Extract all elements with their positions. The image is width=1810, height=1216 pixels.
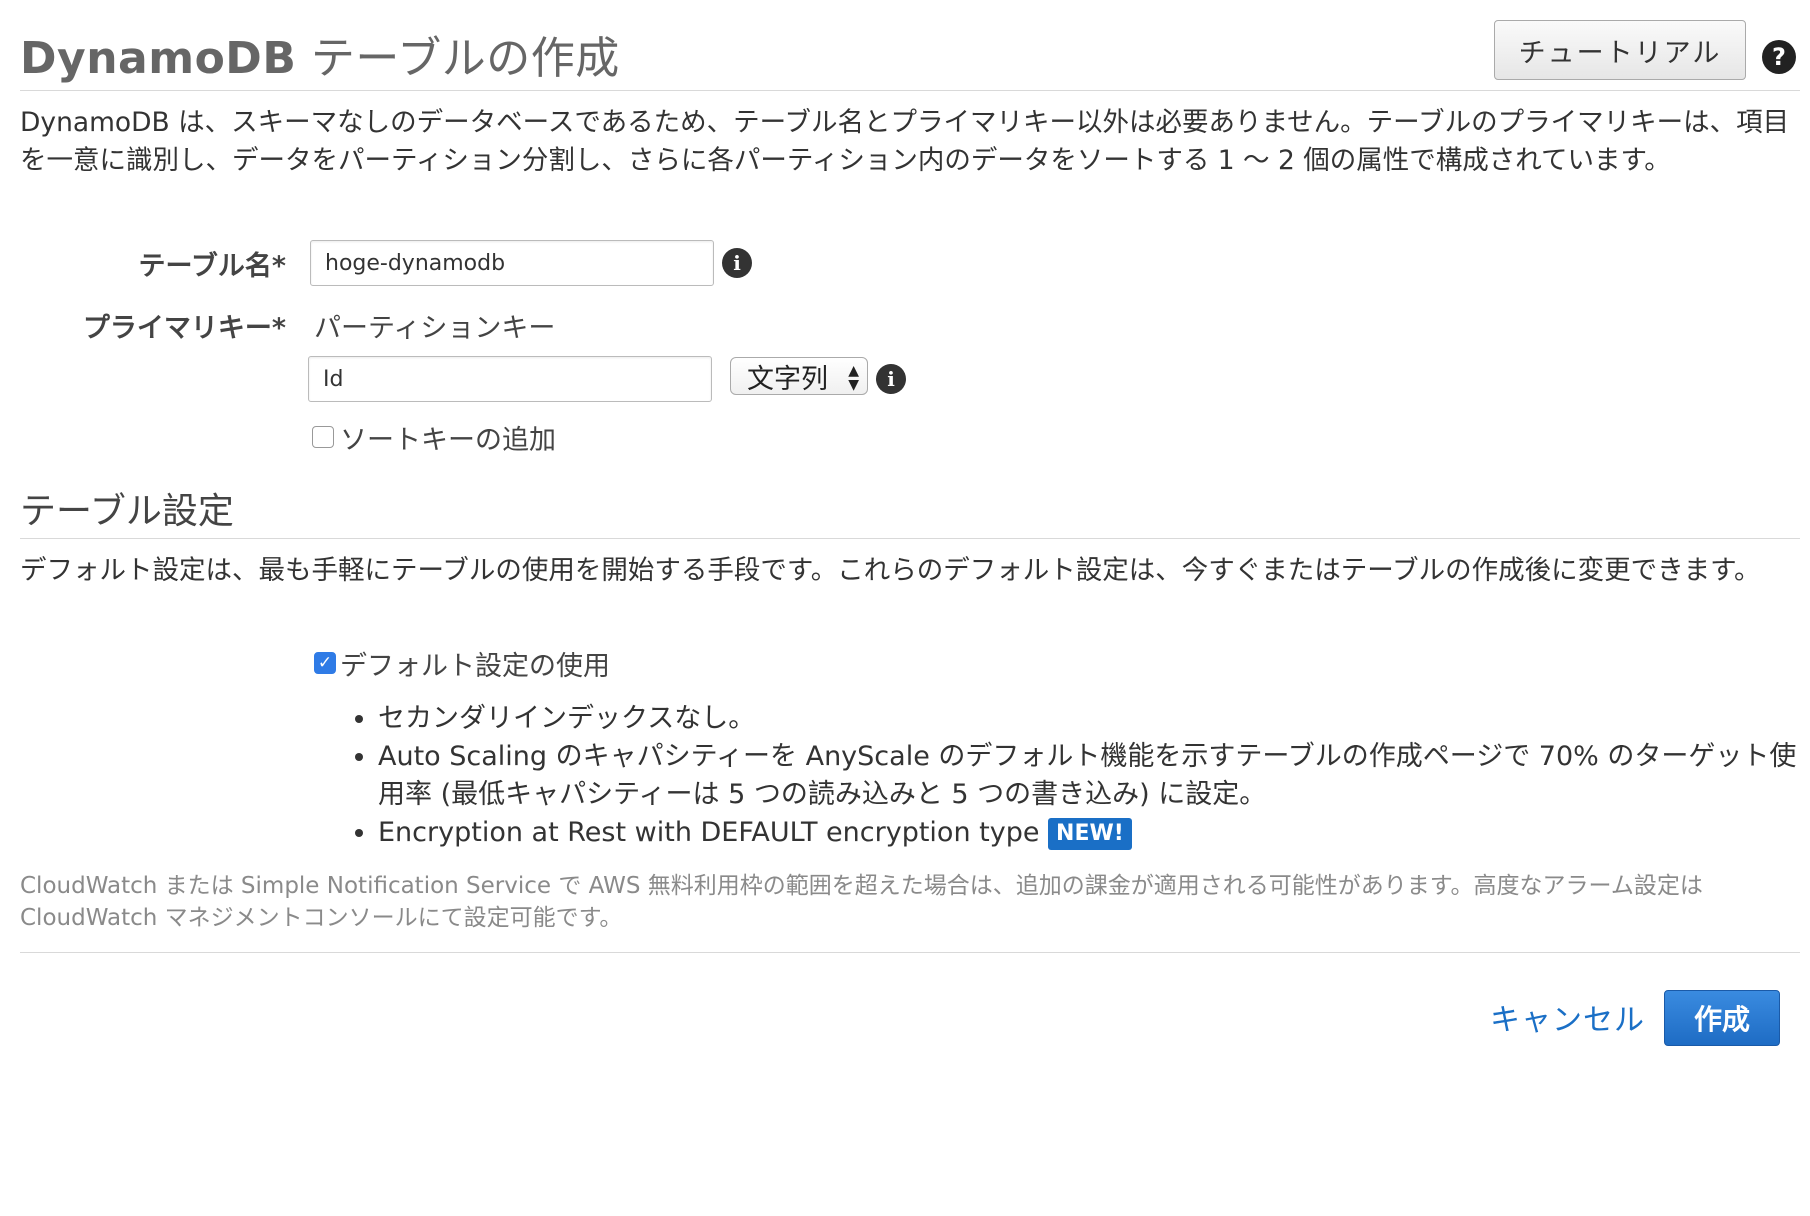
bullet-text: セカンダリインデックスなし。 (378, 703, 756, 734)
settings-divider (20, 538, 1800, 539)
create-button[interactable]: 作成 (1664, 990, 1780, 1046)
create-table-page: DynamoDB テーブルの作成 チュートリアル ? DynamoDB は、スキ… (0, 0, 1810, 1216)
add-sort-key-checkbox[interactable] (312, 426, 334, 448)
partition-key-info-icon[interactable]: i (876, 364, 906, 394)
partition-key-input[interactable]: Id (308, 356, 712, 402)
page-title-brand: DynamoDB (20, 33, 297, 84)
help-icon[interactable]: ? (1762, 40, 1796, 74)
table-name-input[interactable]: hoge-dynamodb (310, 240, 714, 286)
primary-key-label: プライマリキー* (82, 313, 286, 344)
list-item: Encryption at Rest with DEFAULT encrypti… (378, 814, 1810, 852)
new-badge: NEW! (1048, 817, 1132, 850)
cloudwatch-note: CloudWatch または Simple Notification Servi… (20, 873, 1703, 931)
table-name-label: テーブル名* (138, 251, 287, 282)
page-title: DynamoDB テーブルの作成 (20, 22, 620, 86)
use-default-settings-checkbox[interactable]: ✓ (314, 652, 336, 674)
select-arrows-icon: ▲ ▼ (848, 363, 859, 393)
bullet-text: Auto Scaling のキャパシティーを AnyScale のデフォルト機能… (378, 741, 1797, 810)
table-settings-title: テーブル設定 (20, 491, 234, 532)
key-type-selected-value: 文字列 (747, 363, 828, 395)
default-settings-list: セカンダリインデックスなし。 Auto Scaling のキャパシティーを An… (348, 700, 1810, 852)
table-name-info-icon[interactable]: i (722, 248, 752, 278)
intro-text: DynamoDB は、スキーマなしのデータベースであるため、テーブル名とプライマ… (20, 107, 1790, 176)
partition-key-label: パーティションキー (314, 313, 556, 344)
list-item: Auto Scaling のキャパシティーを AnyScale のデフォルト機能… (378, 738, 1810, 814)
footer-divider (20, 952, 1800, 953)
list-item: セカンダリインデックスなし。 (378, 700, 1810, 738)
use-default-settings-label[interactable]: デフォルト設定の使用 (340, 644, 610, 683)
page-title-text: テーブルの作成 (296, 33, 620, 84)
settings-description: デフォルト設定は、最も手軽にテーブルの使用を開始する手段です。これらのデフォルト… (20, 555, 1761, 586)
cancel-link[interactable]: キャンセル (1490, 995, 1645, 1039)
tutorial-button[interactable]: チュートリアル (1494, 20, 1746, 80)
key-type-select[interactable]: 文字列 ▲ ▼ (730, 357, 868, 395)
header-divider (20, 90, 1800, 91)
add-sort-key-label[interactable]: ソートキーの追加 (340, 418, 556, 457)
bullet-text: Encryption at Rest with DEFAULT encrypti… (378, 817, 1040, 848)
